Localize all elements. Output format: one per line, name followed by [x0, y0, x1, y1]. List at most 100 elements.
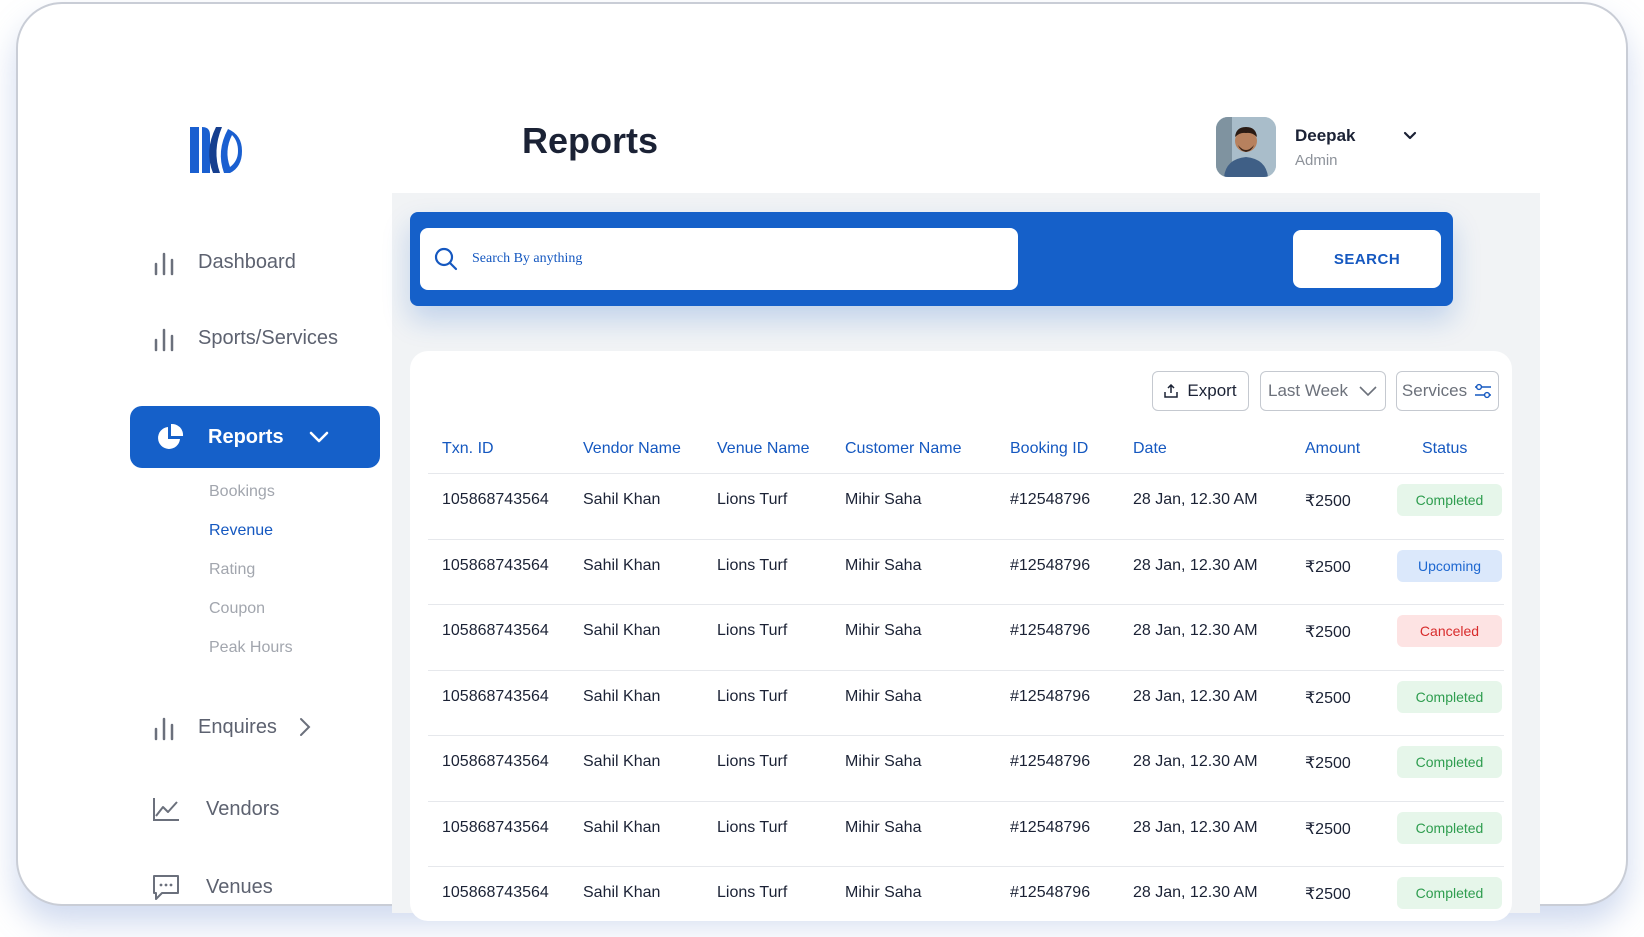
bar-chart-icon: [154, 252, 174, 276]
cell-amount: ₹2500: [1305, 493, 1351, 510]
cell-date: 28 Jan, 12.30 AM: [1133, 753, 1258, 770]
status-badge: Completed: [1397, 484, 1502, 516]
sidebar-item-enquires[interactable]: Enquires: [152, 713, 315, 741]
cell-booking-id: #12548796: [1010, 884, 1091, 901]
sidebar-item-venues[interactable]: Venues: [152, 873, 273, 901]
user-role: Admin: [1295, 152, 1338, 169]
cell-booking-id: #12548796: [1010, 687, 1091, 705]
cell-customer-name: Mihir Saha: [845, 753, 922, 770]
page-title: Reports: [522, 120, 659, 161]
cell-date: 28 Jan, 12.30 AM: [1133, 884, 1258, 901]
cell-venue-name: Lions Turf: [717, 687, 788, 705]
cell-txn-id: 105868743564: [442, 753, 549, 770]
cell-amount: ₹2500: [1305, 689, 1351, 707]
column-header-venue-name[interactable]: Venue Name: [717, 440, 810, 458]
cell-venue-name: Lions Turf: [717, 491, 788, 508]
cell-txn-id: 105868743564: [442, 687, 549, 705]
sidebar-item-reports[interactable]: Reports: [130, 406, 380, 468]
row-divider: [428, 538, 1504, 540]
cell-date: 28 Jan, 12.30 AM: [1133, 556, 1258, 574]
cell-booking-id: #12548796: [1010, 556, 1091, 574]
column-header-status[interactable]: Status: [1422, 440, 1467, 458]
row-divider: [428, 735, 1504, 736]
sub-item-coupon[interactable]: Coupon: [209, 600, 265, 618]
export-label: Export: [1187, 381, 1237, 400]
search-button[interactable]: SEARCH: [1293, 230, 1441, 288]
cell-date: 28 Jan, 12.30 AM: [1133, 622, 1258, 639]
avatar[interactable]: [1216, 117, 1276, 177]
period-dropdown[interactable]: Last Week: [1260, 371, 1386, 411]
sidebar-item-dashboard[interactable]: Dashboard: [152, 248, 296, 276]
cell-txn-id: 105868743564: [442, 491, 549, 508]
column-header-txn-id[interactable]: Txn. ID: [442, 440, 494, 458]
search-icon: [434, 247, 458, 271]
cell-vendor-name: Sahil Khan: [583, 753, 661, 770]
cell-customer-name: Mihir Saha: [845, 884, 922, 901]
cell-venue-name: Lions Turf: [717, 556, 788, 574]
chevron-down-icon[interactable]: [1402, 128, 1418, 144]
row-divider: [428, 669, 1504, 671]
sidebar-item-sports-services[interactable]: Sports/Services: [152, 324, 338, 352]
column-header-date[interactable]: Date: [1133, 440, 1167, 458]
period-label: Last Week: [1267, 381, 1348, 400]
pie-chart-icon: [158, 423, 184, 449]
sidebar-item-label: Dashboard: [198, 250, 296, 273]
cell-vendor-name: Sahil Khan: [583, 818, 661, 836]
cell-vendor-name: Sahil Khan: [583, 491, 661, 508]
cell-customer-name: Mihir Saha: [845, 556, 922, 574]
chevron-right-icon: [299, 718, 311, 736]
cell-amount: ₹2500: [1305, 558, 1351, 576]
user-avatar-icon: [1216, 117, 1276, 177]
cell-venue-name: Lions Turf: [717, 818, 788, 836]
cell-amount: ₹2500: [1305, 755, 1351, 772]
cell-amount: ₹2500: [1305, 624, 1351, 641]
user-name: Deepak: [1295, 126, 1356, 145]
cell-date: 28 Jan, 12.30 AM: [1133, 687, 1258, 705]
cell-amount: ₹2500: [1305, 886, 1351, 903]
status-badge: Completed: [1397, 877, 1502, 909]
message-icon: [153, 875, 179, 900]
cell-txn-id: 105868743564: [442, 884, 549, 901]
sub-item-rating[interactable]: Rating: [209, 561, 255, 579]
chevron-down-icon: [1359, 386, 1377, 397]
sidebar-item-label: Sports/Services: [198, 326, 339, 349]
column-header-vendor-name[interactable]: Vendor Name: [583, 440, 681, 458]
search-input[interactable]: [472, 251, 972, 267]
status-badge: Upcoming: [1397, 549, 1502, 582]
row-divider: [428, 473, 1504, 474]
status-badge: Canceled: [1397, 615, 1502, 647]
bar-chart-icon: [154, 717, 174, 741]
search-field[interactable]: [420, 228, 1018, 290]
cell-date: 28 Jan, 12.30 AM: [1133, 491, 1258, 508]
cell-venue-name: Lions Turf: [717, 753, 788, 770]
filter-sliders-icon: [1475, 383, 1492, 399]
row-divider: [428, 800, 1504, 802]
services-label: Services: [1401, 381, 1468, 400]
cell-vendor-name: Sahil Khan: [583, 884, 661, 901]
cell-booking-id: #12548796: [1010, 491, 1091, 508]
status-badge: Completed: [1397, 811, 1502, 844]
cell-booking-id: #12548796: [1010, 818, 1091, 836]
sidebar-item-vendors[interactable]: Vendors: [152, 795, 279, 823]
sidebar-item-label: Enquires: [198, 715, 277, 738]
chevron-down-icon: [309, 431, 328, 443]
cell-txn-id: 105868743564: [442, 818, 549, 836]
sidebar-item-label: Reports: [208, 425, 284, 448]
upload-icon: [1164, 384, 1179, 398]
column-header-amount[interactable]: Amount: [1305, 440, 1360, 458]
services-filter-button[interactable]: Services: [1396, 371, 1499, 411]
sub-item-bookings[interactable]: Bookings: [209, 483, 275, 501]
column-header-booking-id[interactable]: Booking ID: [1010, 440, 1088, 458]
status-badge: Completed: [1397, 746, 1502, 778]
cell-customer-name: Mihir Saha: [845, 687, 922, 705]
cell-txn-id: 105868743564: [442, 622, 549, 639]
row-divider: [428, 866, 1504, 867]
sub-item-peak-hours[interactable]: Peak Hours: [209, 639, 293, 657]
line-chart-icon: [153, 798, 179, 821]
column-header-customer-name[interactable]: Customer Name: [845, 440, 961, 458]
cell-booking-id: #12548796: [1010, 622, 1091, 639]
export-button[interactable]: Export: [1152, 371, 1249, 411]
sub-item-revenue[interactable]: Revenue: [209, 522, 273, 540]
cell-vendor-name: Sahil Khan: [583, 556, 661, 574]
cell-txn-id: 105868743564: [442, 556, 549, 574]
